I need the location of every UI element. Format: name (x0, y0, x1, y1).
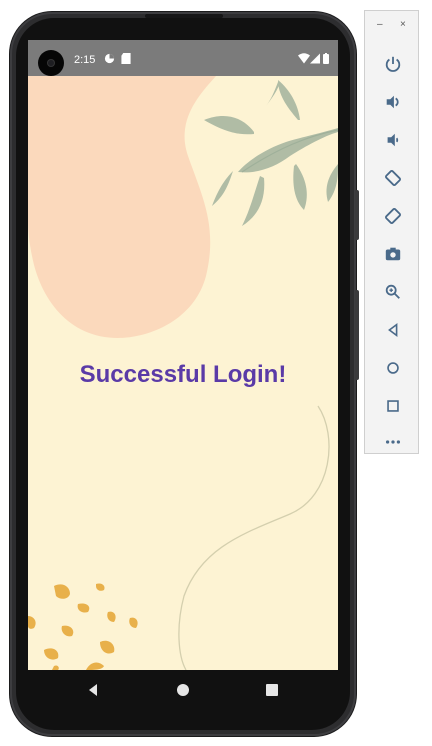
rotate-right-icon (385, 208, 401, 224)
zoom-button[interactable] (380, 279, 406, 305)
emulator-toolbar: – × (364, 10, 419, 454)
android-nav-bar (28, 670, 338, 710)
leaf-branch (204, 80, 338, 226)
login-success-view: Successful Login! (28, 76, 338, 670)
overview-icon (387, 400, 399, 412)
volume-up-icon (386, 95, 399, 109)
status-time: 2:15 (74, 54, 96, 66)
volume-down-icon (387, 133, 399, 147)
data-saver-icon (104, 53, 115, 67)
back-button[interactable] (380, 317, 406, 343)
volume-up-button[interactable] (380, 89, 406, 115)
back-icon (388, 322, 398, 338)
app-screen: Successful Login! 2:15 (28, 40, 338, 670)
screenshot-button[interactable] (380, 241, 406, 267)
sd-card-icon (121, 53, 131, 67)
peach-blob (28, 76, 216, 338)
power-icon (385, 56, 401, 72)
status-bar: 2:15 (28, 40, 338, 76)
side-button-lower (355, 290, 359, 380)
front-camera (38, 50, 64, 76)
rotate-right-button[interactable] (380, 203, 406, 229)
rotate-left-button[interactable] (380, 165, 406, 191)
zoom-icon (385, 284, 400, 299)
minimize-button[interactable]: – (377, 19, 383, 30)
more-button[interactable] (380, 429, 406, 455)
home-icon (387, 362, 399, 374)
volume-down-button[interactable] (380, 127, 406, 153)
back-icon[interactable] (86, 682, 102, 698)
home-button[interactable] (380, 355, 406, 381)
speckles (28, 583, 138, 670)
battery-icon (323, 53, 329, 67)
power-button[interactable] (380, 51, 406, 77)
rotate-left-icon (385, 170, 401, 186)
signal-icon (310, 53, 320, 67)
side-button-upper (355, 190, 359, 240)
more-icon (385, 440, 401, 444)
home-icon[interactable] (175, 682, 191, 698)
speaker-grille (145, 14, 223, 18)
success-message: Successful Login! (79, 361, 287, 388)
overview-button[interactable] (380, 393, 406, 419)
close-button[interactable]: × (400, 19, 406, 30)
curve-line (178, 405, 330, 670)
camera-icon (385, 247, 401, 261)
wifi-icon (298, 53, 310, 67)
recents-icon[interactable] (264, 682, 280, 698)
